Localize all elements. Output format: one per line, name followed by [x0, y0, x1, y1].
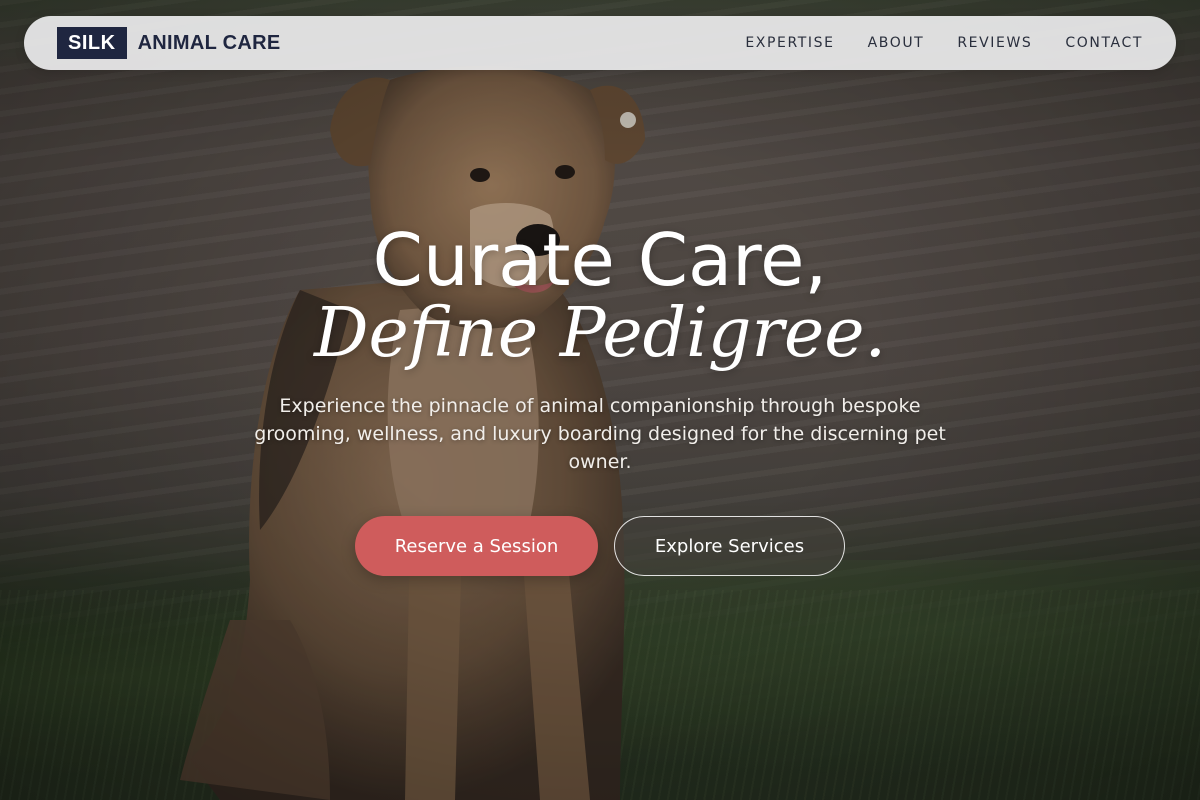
brand-logo[interactable]: SILK ANIMAL CARE	[57, 27, 281, 59]
nav-link-reviews[interactable]: REVIEWS	[957, 35, 1032, 51]
hero-subtext: Experience the pinnacle of animal compan…	[254, 395, 946, 473]
nav-link-contact[interactable]: CONTACT	[1065, 35, 1143, 51]
brand-name: ANIMAL CARE	[137, 31, 281, 54]
explore-services-button[interactable]: Explore Services	[614, 516, 845, 576]
brand-logo-box: SILK	[57, 27, 127, 59]
hero-section: SILK ANIMAL CARE EXPERTISE ABOUT REVIEWS…	[0, 0, 1200, 800]
nav-links: EXPERTISE ABOUT REVIEWS CONTACT	[712, 35, 1143, 51]
nav-link-expertise[interactable]: EXPERTISE	[745, 35, 834, 51]
nav-link-about[interactable]: ABOUT	[868, 35, 925, 51]
hero-headline: Curate Care,	[372, 218, 828, 302]
hero-headline-italic: Define Pedigree.	[313, 294, 887, 373]
navbar: SILK ANIMAL CARE EXPERTISE ABOUT REVIEWS…	[24, 16, 1176, 70]
reserve-session-button[interactable]: Reserve a Session	[355, 516, 598, 576]
